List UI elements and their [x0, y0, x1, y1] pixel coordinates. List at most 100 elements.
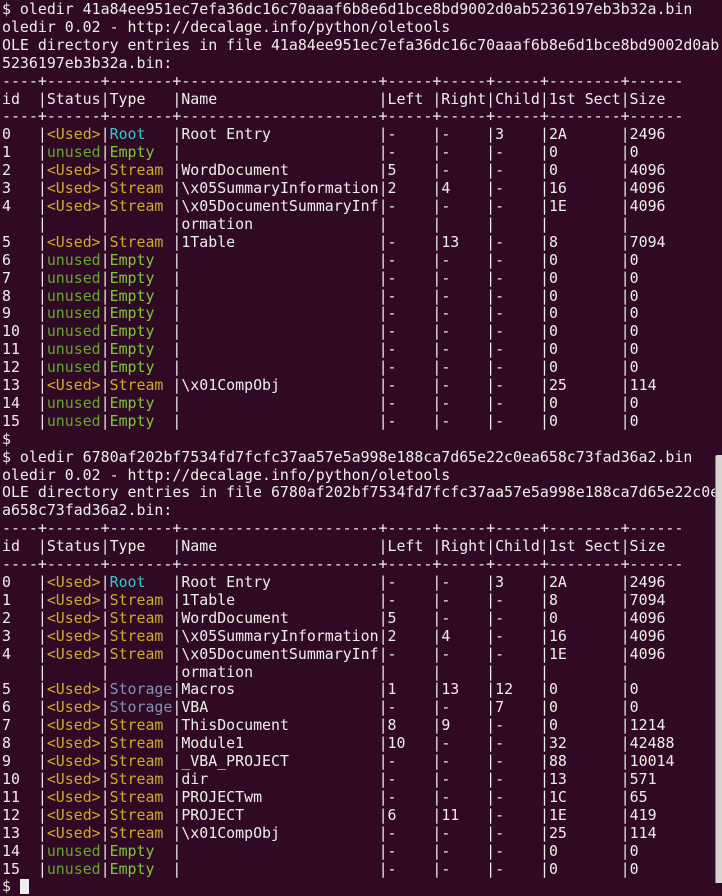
cell-name: \x05SummaryInformation	[181, 179, 378, 197]
pipe: |	[432, 340, 441, 358]
pipe: |	[540, 734, 549, 752]
cell-child	[495, 663, 540, 681]
cell-child: 7	[495, 698, 540, 716]
pipe: |	[621, 287, 630, 305]
table-row: 9 |unused|Empty | |- |- |- |0 |0	[2, 304, 639, 322]
pipe: |	[38, 125, 47, 143]
pipe: |	[38, 860, 47, 878]
pipe: |	[101, 788, 110, 806]
cell-id	[2, 215, 38, 233]
pipe: |	[38, 251, 47, 269]
cell-sect: 16	[549, 627, 621, 645]
pipe: |	[101, 806, 110, 824]
terminal-screen[interactable]: $ oledir 41a84ee951ec7efa36dc16c70aaaf6b…	[0, 0, 722, 896]
cell-type: Stream	[110, 716, 173, 734]
pipe: |	[101, 860, 110, 878]
cell-left: -	[388, 340, 433, 358]
cell-right: -	[441, 358, 486, 376]
cell-name: \x01CompObj	[181, 824, 378, 842]
pipe: |	[101, 842, 110, 860]
pipe: |	[38, 645, 47, 663]
cell-child: -	[495, 627, 540, 645]
banner-line: oledir 0.02 - http://decalage.info/pytho…	[2, 466, 450, 484]
cell-sect: 25	[549, 376, 621, 394]
cell-id: 0	[2, 573, 38, 591]
pipe: |	[379, 788, 388, 806]
cell-id: 3	[2, 179, 38, 197]
cell-type: Stream	[110, 233, 173, 251]
cell-right: -	[441, 412, 486, 430]
cell-child: 12	[495, 680, 540, 698]
cell-id: 9	[2, 752, 38, 770]
cell-status: unused	[47, 322, 101, 340]
pipe: |	[486, 251, 495, 269]
pipe: |	[38, 143, 47, 161]
cell-right: -	[441, 143, 486, 161]
pipe: |	[379, 179, 388, 197]
pipe: |	[379, 645, 388, 663]
pipe: |	[486, 734, 495, 752]
cell-name: ThisDocument	[181, 716, 378, 734]
pipe: |	[540, 860, 549, 878]
cell-right: -	[441, 824, 486, 842]
cell-name: 1Table	[181, 233, 378, 251]
cell-type: Storage	[110, 698, 173, 716]
prompt-line: $	[2, 877, 29, 895]
pipe: |	[101, 627, 110, 645]
cell-name: Macros	[181, 680, 378, 698]
cell-right: 13	[441, 680, 486, 698]
cell-sect: 0	[549, 716, 621, 734]
cell-name: Root Entry	[181, 573, 378, 591]
pipe: |	[540, 215, 549, 233]
pipe: |	[172, 358, 181, 376]
cell-id: 13	[2, 376, 38, 394]
pipe: |	[621, 269, 630, 287]
cell-right: -	[441, 770, 486, 788]
cell-name: 1Table	[181, 591, 378, 609]
cell-id: 6	[2, 251, 38, 269]
pipe: |	[621, 734, 630, 752]
pipe: |	[621, 376, 630, 394]
cell-left: -	[388, 269, 433, 287]
scrollbar-thumb[interactable]	[715, 455, 722, 883]
cell-status: unused	[47, 287, 101, 305]
cell-size: 4096	[630, 179, 666, 197]
pipe: |	[379, 806, 388, 824]
table-row: 8 |<Used>|Stream |Module1 |10 |- |- |32 …	[2, 734, 674, 752]
table-row: 4 |<Used>|Stream |\x05DocumentSummaryInf…	[2, 197, 666, 215]
pipe: |	[38, 734, 47, 752]
pipe: |	[101, 394, 110, 412]
cell-sect: 0	[549, 860, 621, 878]
cell-status: <Used>	[47, 645, 101, 663]
cell-name	[181, 251, 378, 269]
cell-id: 2	[2, 161, 38, 179]
cell-sect: 1E	[549, 806, 621, 824]
table-row: 12 |unused|Empty | |- |- |- |0 |0	[2, 358, 639, 376]
cell-sect: 8	[549, 233, 621, 251]
table-row: 1 |unused|Empty | |- |- |- |0 |0	[2, 143, 639, 161]
cell-status: <Used>	[47, 179, 101, 197]
pipe: |	[101, 125, 110, 143]
pipe: |	[486, 287, 495, 305]
cell-status: unused	[47, 143, 101, 161]
cell-name: WordDocument	[181, 609, 378, 627]
cell-sect: 0	[549, 251, 621, 269]
pipe: |	[621, 752, 630, 770]
cell-left: 10	[388, 734, 433, 752]
cell-child: -	[495, 591, 540, 609]
cell-size: 65	[630, 788, 648, 806]
cell-type: Stream	[110, 627, 173, 645]
cell-sect: 1E	[549, 645, 621, 663]
pipe: |	[621, 125, 630, 143]
pipe: |	[101, 143, 110, 161]
table-row: 7 |<Used>|Stream |ThisDocument |8 |9 |- …	[2, 716, 666, 734]
pipe: |	[379, 143, 388, 161]
pipe: |	[540, 251, 549, 269]
cell-size: 0	[630, 251, 639, 269]
cell-type: Stream	[110, 824, 173, 842]
pipe: |	[486, 609, 495, 627]
cell-type: Empty	[110, 322, 173, 340]
banner-line-text: oledir 0.02 - http://decalage.info/pytho…	[2, 466, 450, 484]
cell-status: <Used>	[47, 806, 101, 824]
cell-status: unused	[47, 251, 101, 269]
